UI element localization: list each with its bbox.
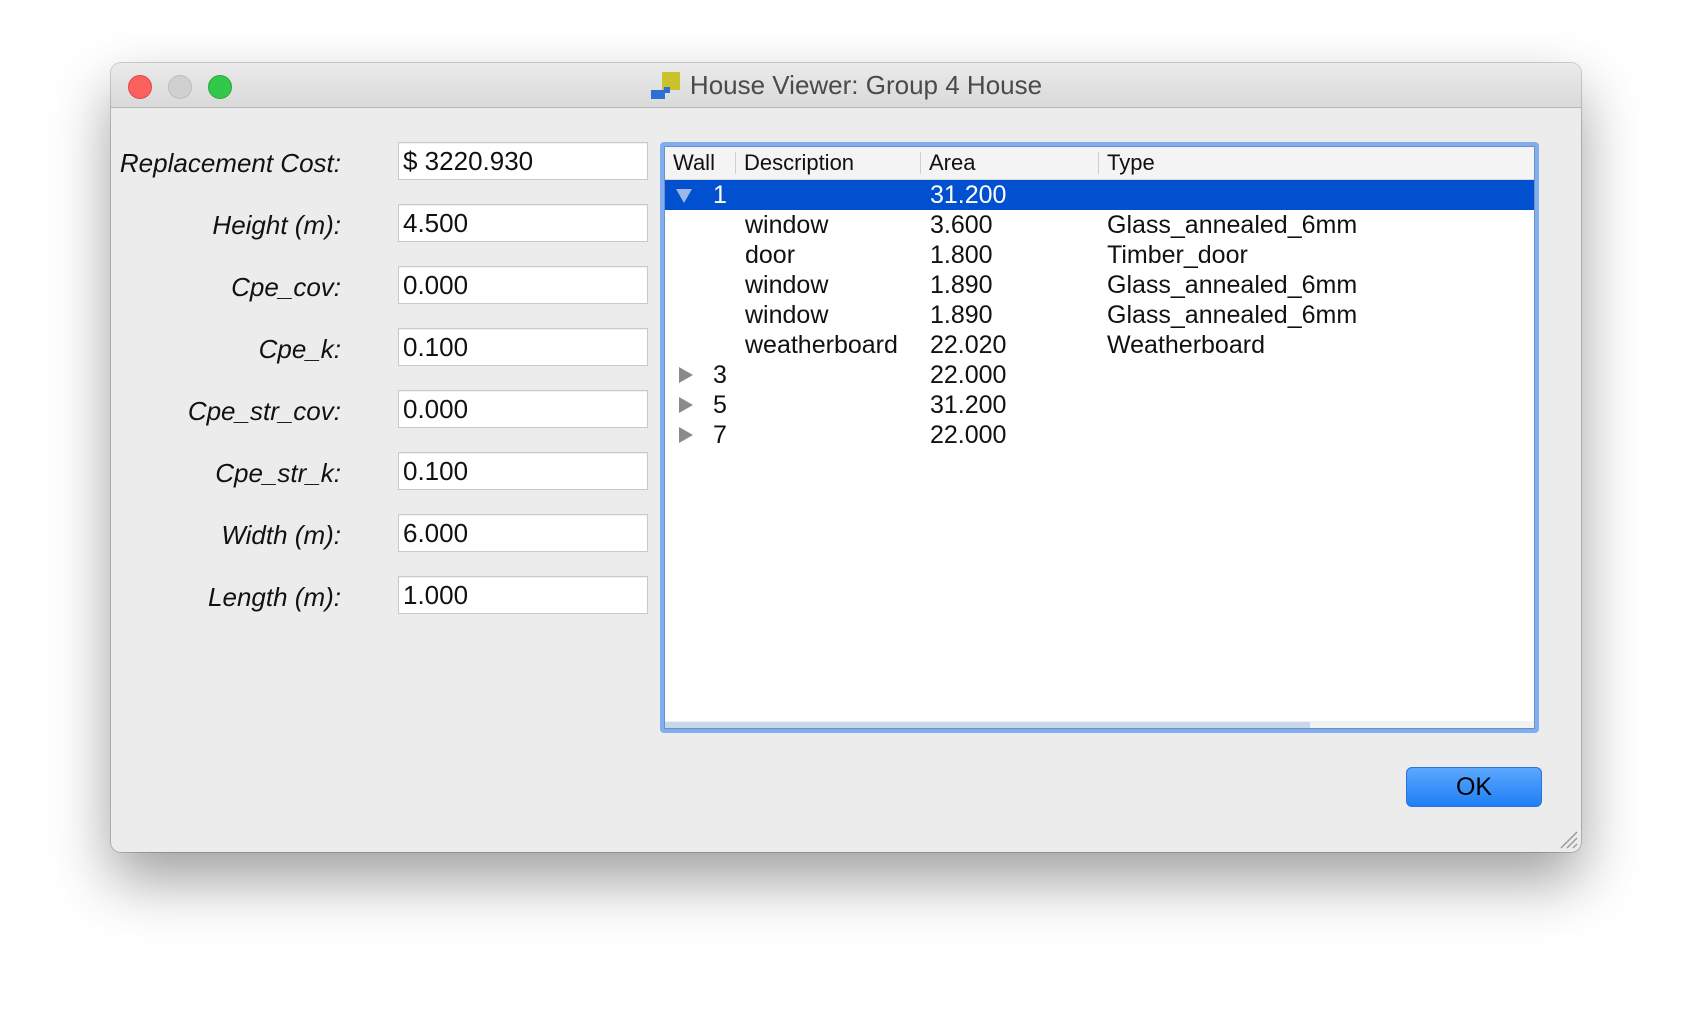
resize-grip-icon[interactable] bbox=[1557, 828, 1579, 850]
cell-description: weatherboard bbox=[745, 331, 898, 359]
field-label: Length (m): bbox=[208, 582, 341, 612]
field-input[interactable] bbox=[398, 266, 648, 304]
cell-description: door bbox=[745, 241, 796, 269]
cell-type: Glass_annealed_6mm bbox=[1107, 271, 1358, 299]
tree-row[interactable]: window 3.600 Glass_annealed_6mm bbox=[665, 210, 1534, 240]
cell-type: Glass_annealed_6mm bbox=[1107, 301, 1358, 329]
field-input[interactable] bbox=[398, 142, 648, 180]
scrollbar-thumb[interactable] bbox=[665, 722, 1310, 728]
cell-type: Timber_door bbox=[1107, 241, 1248, 269]
field-label: Cpe_str_cov: bbox=[187, 396, 341, 426]
disclosure-triangle-icon[interactable] bbox=[675, 420, 697, 450]
cell-area: 31.200 bbox=[930, 391, 1007, 419]
cell-wall: 5 bbox=[713, 391, 727, 419]
field-input[interactable] bbox=[398, 204, 648, 242]
ok-button[interactable]: OK bbox=[1406, 767, 1542, 807]
field-label: Width (m): bbox=[221, 520, 341, 550]
field-input[interactable] bbox=[398, 390, 648, 428]
cell-area: 22.000 bbox=[930, 361, 1007, 389]
field-input[interactable] bbox=[398, 452, 648, 490]
cell-area: 31.200 bbox=[930, 181, 1007, 209]
field-label: Cpe_str_k: bbox=[215, 458, 341, 488]
cell-area: 22.000 bbox=[930, 421, 1007, 449]
column-header-type[interactable]: Type bbox=[1099, 147, 1529, 179]
cell-wall: 1 bbox=[713, 181, 727, 209]
tree-row[interactable]: window 1.890 Glass_annealed_6mm bbox=[665, 300, 1534, 330]
field-label: Cpe_k: bbox=[258, 334, 341, 364]
title-wrap: House Viewer: Group 4 House bbox=[111, 63, 1581, 107]
cell-description: window bbox=[745, 271, 829, 299]
cell-description: window bbox=[745, 211, 829, 239]
tree-row[interactable]: door 1.800 Timber_door bbox=[665, 240, 1534, 270]
field-label: Cpe_cov: bbox=[231, 272, 341, 302]
walls-tree[interactable]: Wall Description Area Type 1 31.200 window… bbox=[664, 146, 1535, 729]
tree-row[interactable]: 3 22.000 bbox=[665, 360, 1534, 390]
cell-wall: 7 bbox=[713, 421, 727, 449]
field-input[interactable] bbox=[398, 514, 648, 552]
cell-wall: 3 bbox=[713, 361, 727, 389]
cell-type: Weatherboard bbox=[1107, 331, 1265, 359]
column-header-wall[interactable]: Wall bbox=[665, 147, 735, 179]
cell-area: 3.600 bbox=[930, 211, 993, 239]
house-viewer-window: House Viewer: Group 4 House Replacement … bbox=[111, 63, 1581, 852]
disclosure-triangle-icon[interactable] bbox=[675, 180, 697, 210]
tree-row[interactable]: window 1.890 Glass_annealed_6mm bbox=[665, 270, 1534, 300]
cell-type: Glass_annealed_6mm bbox=[1107, 211, 1358, 239]
tree-row[interactable]: 5 31.200 bbox=[665, 390, 1534, 420]
tree-row[interactable]: 7 22.000 bbox=[665, 420, 1534, 450]
field-label: Replacement Cost: bbox=[119, 148, 341, 178]
horizontal-scrollbar[interactable] bbox=[665, 721, 1534, 728]
cell-area: 22.020 bbox=[930, 331, 1007, 359]
cell-description: window bbox=[745, 301, 829, 329]
column-header-area[interactable]: Area bbox=[921, 147, 1098, 179]
cell-area: 1.890 bbox=[930, 301, 993, 329]
walls-tree-focus-ring: Wall Description Area Type 1 31.200 window… bbox=[660, 142, 1539, 733]
tree-row[interactable]: 1 31.200 bbox=[665, 180, 1534, 210]
window-title: House Viewer: Group 4 House bbox=[689, 69, 1043, 100]
disclosure-triangle-icon[interactable] bbox=[675, 390, 697, 420]
cell-area: 1.890 bbox=[930, 271, 993, 299]
field-input[interactable] bbox=[398, 328, 648, 366]
field-input[interactable] bbox=[398, 576, 648, 614]
disclosure-triangle-icon[interactable] bbox=[675, 360, 697, 390]
column-header-description[interactable]: Description bbox=[736, 147, 920, 179]
field-label: Height (m): bbox=[212, 210, 341, 240]
tree-header: Wall Description Area Type bbox=[665, 147, 1534, 180]
cell-area: 1.800 bbox=[930, 241, 993, 269]
tree-row[interactable]: weatherboard 22.020 Weatherboard bbox=[665, 330, 1534, 360]
house-viewer-app-icon bbox=[650, 70, 680, 100]
title-bar[interactable]: House Viewer: Group 4 House bbox=[111, 63, 1581, 108]
